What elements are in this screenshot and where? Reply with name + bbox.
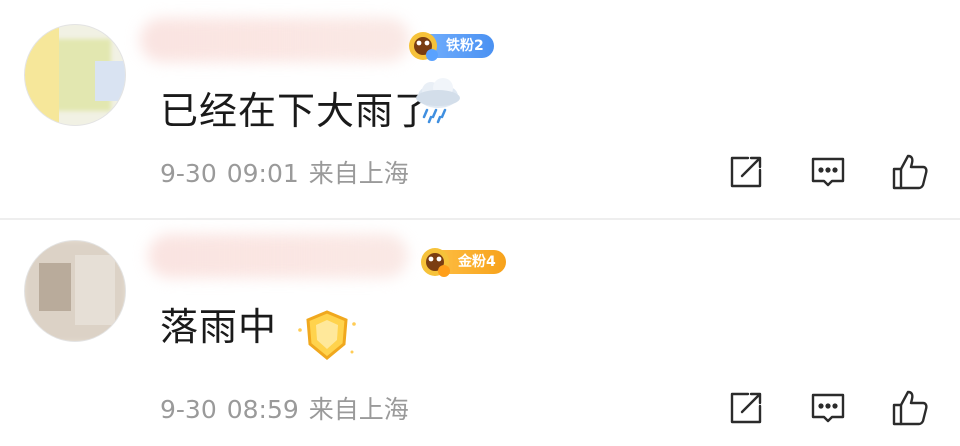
username-blurred[interactable] [140,18,410,62]
fan-level-badge: 铁粉2 [409,32,494,61]
username-blurred[interactable] [148,234,408,278]
reply-icon[interactable] [808,388,848,428]
fan-badge-label: 铁粉2 [446,38,484,54]
rain-cloud-emoji [416,78,460,124]
comment-date: 9-30 [160,159,217,188]
fan-level-badge: 金粉4 [421,248,506,277]
reply-icon[interactable] [808,152,848,192]
comment-text: 已经在下大雨了 [160,89,434,133]
comment-item: 金粉4 落雨中 9-30 08:59 来自上海 [0,220,960,446]
avatar[interactable] [24,240,126,342]
share-icon[interactable] [726,152,766,192]
comment-time: 08:59 [226,395,299,424]
comment-date: 9-30 [160,395,217,424]
like-icon[interactable] [890,388,930,428]
avatar[interactable] [24,24,126,126]
share-icon[interactable] [726,388,766,428]
comment-location: 来自上海 [308,395,409,424]
comment-meta: 9-30 08:59 来自上海 [160,390,419,426]
like-icon[interactable] [890,152,930,192]
comment-meta: 9-30 09:01 来自上海 [160,154,419,190]
comment-item: 铁粉2 已经在下大雨了 9-30 09:01 来自上海 [0,0,960,220]
gold-shield-emoji [298,310,356,360]
comment-text: 落雨中 [160,305,278,349]
fan-badge-label: 金粉4 [458,254,496,270]
comment-time: 09:01 [226,159,299,188]
fan-medal-icon [421,248,450,277]
fan-medal-icon [409,32,438,61]
comment-location: 来自上海 [308,159,409,188]
